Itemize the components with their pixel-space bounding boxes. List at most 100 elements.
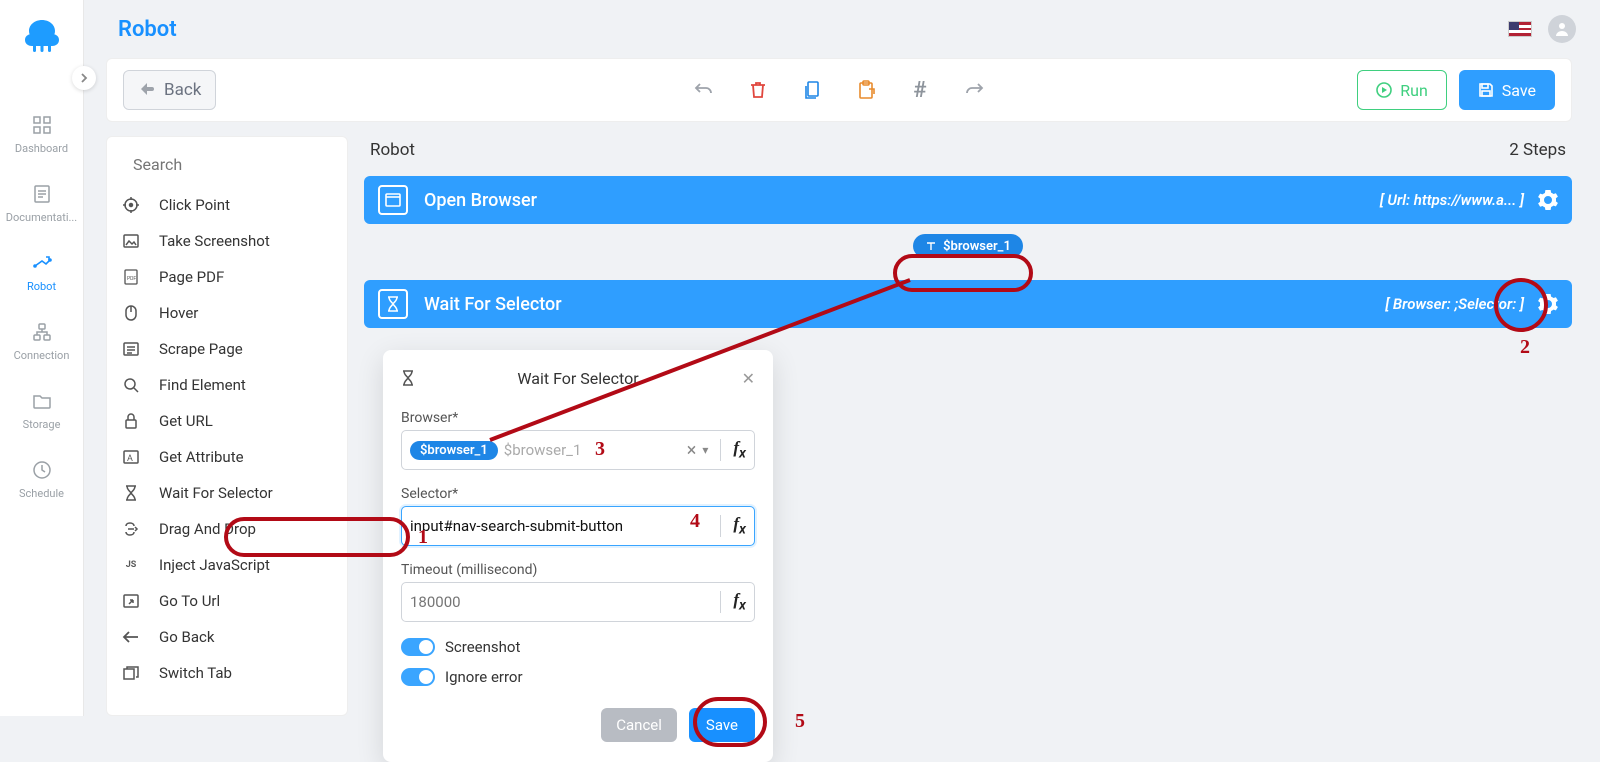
palette-item[interactable]: Go Back xyxy=(107,619,347,655)
search-input-wrap[interactable] xyxy=(117,147,337,181)
cancel-button[interactable]: Cancel xyxy=(601,708,677,742)
gear-icon[interactable] xyxy=(1538,294,1558,314)
toggle-label: Ignore error xyxy=(445,668,523,686)
fx-icon[interactable]: fx xyxy=(733,438,746,461)
back-icon xyxy=(138,81,156,99)
palette-label: Hover xyxy=(159,304,198,322)
palette-label: Scrape Page xyxy=(159,340,243,358)
nav-label: Documentati... xyxy=(6,211,77,224)
clear-icon[interactable]: × xyxy=(687,440,697,461)
steps-count: 2 Steps xyxy=(1509,140,1566,160)
timeout-field-label: Timeout (millisecond) xyxy=(401,562,755,578)
palette-item[interactable]: Get URL xyxy=(107,403,347,439)
selector-field-label: Selector* xyxy=(401,486,755,502)
pdf-icon: PDF xyxy=(121,267,141,287)
palette-label: Page PDF xyxy=(159,268,224,286)
step-wait-for-selector[interactable]: Wait For Selector [ Browser: ;Selector: … xyxy=(364,280,1572,328)
browser-pill[interactable]: $browser_1 xyxy=(410,441,498,460)
step-open-browser[interactable]: Open Browser [ Url: https://www.a... ] xyxy=(364,176,1572,224)
paste-button[interactable] xyxy=(856,80,876,100)
undo-button[interactable] xyxy=(694,80,714,100)
gear-icon[interactable] xyxy=(1538,190,1558,210)
nav-connection[interactable]: Connection xyxy=(0,317,83,366)
cancel-label: Cancel xyxy=(616,716,662,734)
avatar[interactable] xyxy=(1548,15,1576,43)
ignore-error-toggle-row[interactable]: Ignore error xyxy=(401,668,755,686)
scrape-icon xyxy=(121,339,141,359)
toggle-switch[interactable] xyxy=(401,668,435,686)
lock-icon xyxy=(121,411,141,431)
nav-dashboard[interactable]: Dashboard xyxy=(0,110,83,159)
browser-field-label: Browser* xyxy=(401,410,755,426)
flag-icon[interactable] xyxy=(1508,21,1532,37)
hash-button[interactable]: # xyxy=(910,80,930,100)
timeout-input[interactable] xyxy=(410,593,708,611)
palette-item[interactable]: Hover xyxy=(107,295,347,331)
nav-documentation[interactable]: Documentati... xyxy=(0,179,83,228)
dragdrop-icon xyxy=(121,519,141,539)
step-title: Open Browser xyxy=(424,190,537,211)
palette-item[interactable]: JSInject JavaScript xyxy=(107,547,347,583)
dialog-save-label: Save xyxy=(706,716,738,734)
palette-item[interactable]: Scrape Page xyxy=(107,331,347,367)
rail-expand-button[interactable] xyxy=(72,66,96,90)
tabs-icon xyxy=(121,663,141,683)
nav-label: Connection xyxy=(14,349,70,362)
close-icon[interactable]: ✕ xyxy=(742,369,755,388)
palette-item-wait-for-selector[interactable]: Wait For Selector xyxy=(107,475,347,511)
back-label: Back xyxy=(164,80,201,100)
run-label: Run xyxy=(1400,81,1428,100)
chip-label: $browser_1 xyxy=(943,239,1011,254)
type-icon xyxy=(925,240,937,252)
brand-logo xyxy=(18,12,66,60)
chevron-down-icon[interactable]: ▾ xyxy=(702,443,708,457)
palette-label: Find Element xyxy=(159,376,246,394)
run-button[interactable]: Run xyxy=(1357,70,1447,110)
selector-field[interactable]: fx xyxy=(401,506,755,546)
find-icon xyxy=(121,375,141,395)
fx-icon[interactable]: fx xyxy=(733,514,746,537)
palette-item[interactable]: Switch Tab xyxy=(107,655,347,691)
palette-item[interactable]: PDF Page PDF xyxy=(107,259,347,295)
svg-text:PDF: PDF xyxy=(127,276,136,282)
palette-item[interactable]: Find Element xyxy=(107,367,347,403)
svg-text:A: A xyxy=(127,454,133,464)
step-summary: [ Browser: ;Selector: ] xyxy=(1385,295,1524,313)
palette-item[interactable]: Go To Url xyxy=(107,583,347,619)
screenshot-toggle-row[interactable]: Screenshot xyxy=(401,638,755,656)
palette-item[interactable]: AGet Attribute xyxy=(107,439,347,475)
back-button[interactable]: Back xyxy=(123,70,216,110)
folder-icon xyxy=(31,390,53,412)
browser-icon xyxy=(378,185,408,215)
toggle-switch[interactable] xyxy=(401,638,435,656)
nav-schedule[interactable]: Schedule xyxy=(0,455,83,504)
selector-input[interactable] xyxy=(410,517,708,535)
save-label: Save xyxy=(1502,81,1536,100)
screenshot-icon xyxy=(121,231,141,251)
output-chip-browser[interactable]: $browser_1 xyxy=(913,234,1023,258)
nav-robot[interactable]: Robot xyxy=(0,248,83,297)
dialog-save-button[interactable]: Save xyxy=(689,708,755,742)
browser-field[interactable]: $browser_1 $browser_1 × ▾ fx xyxy=(401,430,755,470)
palette-label: Inject JavaScript xyxy=(159,556,270,574)
palette-item[interactable]: Drag And Drop xyxy=(107,511,347,547)
palette-label: Go Back xyxy=(159,628,214,646)
nav-storage[interactable]: Storage xyxy=(0,386,83,435)
palette-item[interactable]: Click Point xyxy=(107,187,347,223)
target-icon xyxy=(121,195,141,215)
fx-icon[interactable]: fx xyxy=(733,590,746,613)
redo-button[interactable] xyxy=(964,80,984,100)
search-input[interactable] xyxy=(133,155,336,174)
save-button[interactable]: Save xyxy=(1459,70,1555,110)
document-icon xyxy=(31,183,53,205)
timeout-field[interactable]: fx xyxy=(401,582,755,622)
arrow-left-icon xyxy=(121,627,141,647)
palette-item[interactable]: Take Screenshot xyxy=(107,223,347,259)
nav-label: Schedule xyxy=(19,487,64,500)
hourglass-icon xyxy=(121,483,141,503)
nav-label: Storage xyxy=(23,418,61,431)
copy-button[interactable] xyxy=(802,80,822,100)
delete-button[interactable] xyxy=(748,80,768,100)
palette-label: Take Screenshot xyxy=(159,232,270,250)
nav-label: Robot xyxy=(27,280,56,293)
